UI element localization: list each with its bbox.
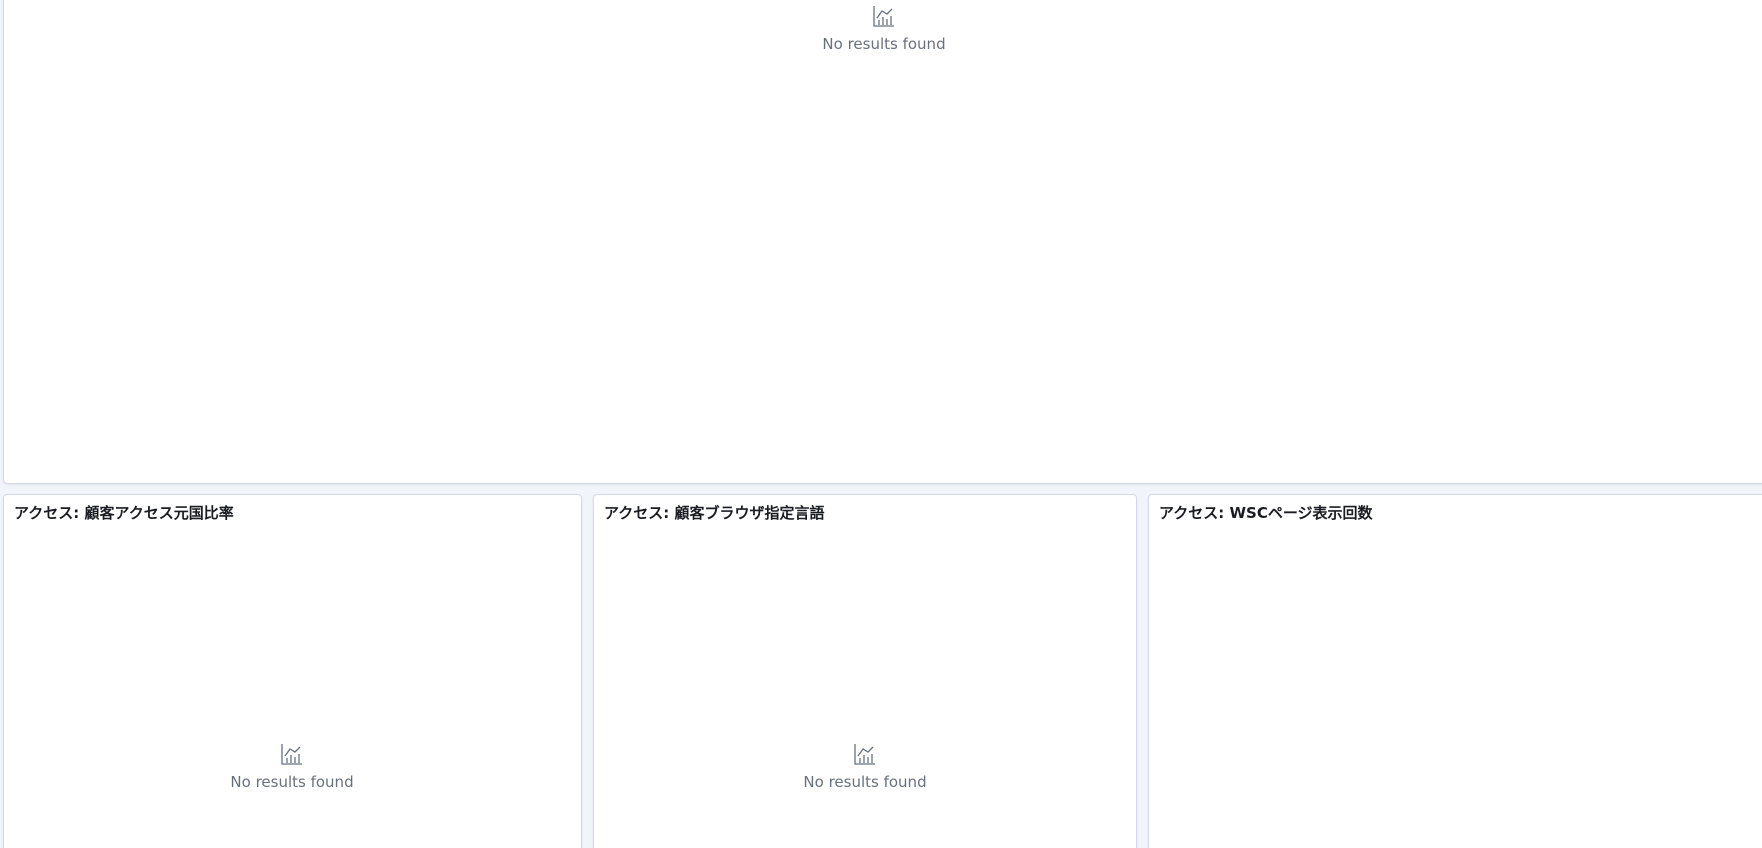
visualization-panel-page-views[interactable]: アクセス: WSCページ表示回数	[1148, 494, 1762, 848]
empty-state: No results found	[764, 4, 1004, 53]
empty-state-message: No results found	[230, 773, 354, 791]
visualization-panel-top[interactable]: No results found	[3, 0, 1762, 484]
panel-title: アクセス: 顧客アクセス元国比率	[14, 504, 234, 522]
chart-line-icon	[873, 6, 894, 27]
chart-line-icon	[281, 744, 302, 765]
empty-state-message: No results found	[822, 35, 946, 53]
empty-state: No results found	[172, 742, 412, 791]
dashboard-canvas: No results found アクセス: 顧客アクセス元国比率 No res…	[0, 0, 1762, 848]
panel-title: アクセス: WSCページ表示回数	[1159, 504, 1373, 522]
empty-state: No results found	[745, 742, 985, 791]
empty-state-message: No results found	[803, 773, 927, 791]
panel-title: アクセス: 顧客ブラウザ指定言語	[604, 504, 825, 522]
chart-line-icon	[854, 744, 875, 765]
visualization-panel-browser-language[interactable]: アクセス: 顧客ブラウザ指定言語 No results found	[593, 494, 1137, 848]
visualization-panel-country-ratio[interactable]: アクセス: 顧客アクセス元国比率 No results found	[3, 494, 582, 848]
